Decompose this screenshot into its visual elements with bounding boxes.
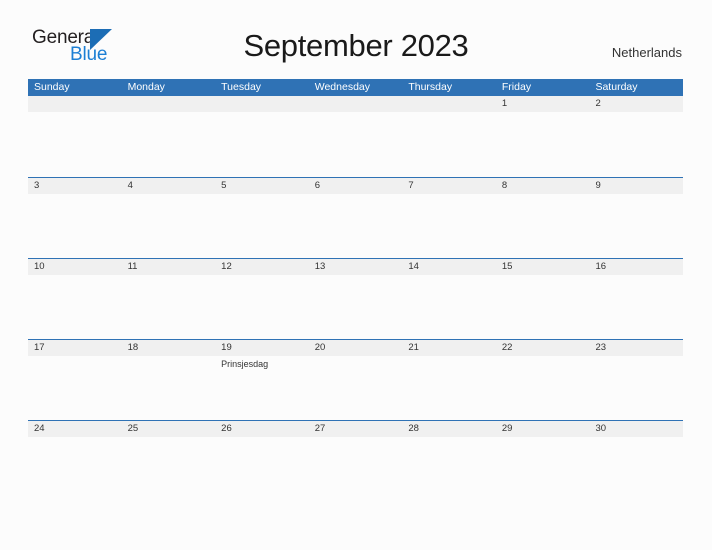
- day-cell[interactable]: [402, 437, 496, 497]
- day-number[interactable]: 16: [589, 259, 683, 275]
- day-number[interactable]: 23: [589, 340, 683, 356]
- day-cell[interactable]: [309, 194, 403, 254]
- day-number[interactable]: 5: [215, 178, 309, 194]
- day-cell[interactable]: [122, 275, 216, 335]
- day-cell[interactable]: [215, 275, 309, 335]
- day-number[interactable]: 8: [496, 178, 590, 194]
- day-number[interactable]: 21: [402, 340, 496, 356]
- day-number[interactable]: [28, 96, 122, 112]
- day-number[interactable]: 2: [589, 96, 683, 112]
- day-cell[interactable]: [309, 112, 403, 172]
- week-day-number-strip: 24 25 26 27 28 29 30: [28, 421, 683, 437]
- day-number[interactable]: 28: [402, 421, 496, 437]
- day-cell[interactable]: [28, 356, 122, 416]
- week-day-number-strip: 3 4 5 6 7 8 9: [28, 178, 683, 194]
- day-cell[interactable]: [215, 437, 309, 497]
- day-number[interactable]: [309, 96, 403, 112]
- day-cell[interactable]: [122, 194, 216, 254]
- day-number[interactable]: 19: [215, 340, 309, 356]
- day-cell[interactable]: [28, 275, 122, 335]
- weekday-wednesday: Wednesday: [314, 81, 370, 93]
- day-number[interactable]: 7: [402, 178, 496, 194]
- day-number[interactable]: 29: [496, 421, 590, 437]
- day-number[interactable]: 22: [496, 340, 590, 356]
- day-number[interactable]: [402, 96, 496, 112]
- week-row: 10 11 12 13 14 15 16: [28, 258, 683, 339]
- day-number[interactable]: 13: [309, 259, 403, 275]
- day-cell[interactable]: [589, 194, 683, 254]
- day-cell[interactable]: [589, 437, 683, 497]
- day-cell[interactable]: [122, 437, 216, 497]
- day-number[interactable]: 26: [215, 421, 309, 437]
- day-number[interactable]: 24: [28, 421, 122, 437]
- day-cell[interactable]: [402, 356, 496, 416]
- week-row: 3 4 5 6 7 8 9: [28, 177, 683, 258]
- weekday-thursday: Thursday: [408, 81, 453, 93]
- day-cell[interactable]: Prinsjesdag: [215, 356, 309, 416]
- day-number[interactable]: 25: [122, 421, 216, 437]
- day-cell[interactable]: [496, 356, 590, 416]
- week-event-strip: [28, 275, 683, 335]
- day-cell[interactable]: [122, 112, 216, 172]
- week-day-number-strip: 17 18 19 20 21 22 23: [28, 340, 683, 356]
- day-number[interactable]: 3: [28, 178, 122, 194]
- week-event-strip: [28, 194, 683, 254]
- day-number[interactable]: 17: [28, 340, 122, 356]
- week-row: 24 25 26 27 28 29 30: [28, 420, 683, 501]
- weekday-tuesday: Tuesday: [221, 81, 262, 93]
- week-row: 1 2: [28, 96, 683, 177]
- day-number[interactable]: 15: [496, 259, 590, 275]
- day-number[interactable]: 30: [589, 421, 683, 437]
- day-cell[interactable]: [402, 275, 496, 335]
- region-label: Netherlands: [611, 45, 682, 60]
- day-number[interactable]: 1: [496, 96, 590, 112]
- week-event-strip: [28, 112, 683, 172]
- weekday-header-row: Sunday Monday Tuesday Wednesday Thursday…: [28, 79, 683, 96]
- day-cell[interactable]: [402, 194, 496, 254]
- day-number[interactable]: 4: [122, 178, 216, 194]
- week-row: 17 18 19 20 21 22 23 Prinsjesdag: [28, 339, 683, 420]
- week-day-number-strip: 10 11 12 13 14 15 16: [28, 259, 683, 275]
- weekday-saturday: Saturday: [595, 81, 638, 93]
- day-cell[interactable]: [402, 112, 496, 172]
- day-number[interactable]: 6: [309, 178, 403, 194]
- week-event-strip: [28, 437, 683, 497]
- page-header: General Blue September 2023 Netherlands: [0, 0, 712, 64]
- day-cell[interactable]: [28, 112, 122, 172]
- day-cell[interactable]: [28, 194, 122, 254]
- day-number[interactable]: [122, 96, 216, 112]
- day-cell[interactable]: [28, 437, 122, 497]
- day-cell[interactable]: [215, 194, 309, 254]
- day-cell[interactable]: [496, 437, 590, 497]
- day-cell[interactable]: [309, 437, 403, 497]
- week-event-strip: Prinsjesdag: [28, 356, 683, 416]
- day-number[interactable]: 18: [122, 340, 216, 356]
- day-cell[interactable]: [496, 112, 590, 172]
- day-number[interactable]: 10: [28, 259, 122, 275]
- day-number[interactable]: 11: [122, 259, 216, 275]
- day-cell[interactable]: [122, 356, 216, 416]
- day-number[interactable]: 27: [309, 421, 403, 437]
- day-cell[interactable]: [589, 275, 683, 335]
- weekday-friday: Friday: [501, 81, 532, 93]
- day-cell[interactable]: [309, 356, 403, 416]
- day-cell[interactable]: [309, 275, 403, 335]
- day-cell[interactable]: [589, 112, 683, 172]
- page-title: September 2023: [243, 28, 469, 63]
- weekday-monday: Monday: [127, 81, 165, 93]
- day-event-label: Prinsjesdag: [221, 359, 269, 369]
- day-number[interactable]: 20: [309, 340, 403, 356]
- day-number[interactable]: [215, 96, 309, 112]
- day-number[interactable]: 14: [402, 259, 496, 275]
- day-cell[interactable]: [589, 356, 683, 416]
- day-number[interactable]: 12: [215, 259, 309, 275]
- day-cell[interactable]: [496, 194, 590, 254]
- calendar-grid: Sunday Monday Tuesday Wednesday Thursday…: [28, 79, 683, 501]
- day-cell[interactable]: [496, 275, 590, 335]
- weekday-sunday: Sunday: [34, 81, 70, 93]
- week-day-number-strip: 1 2: [28, 96, 683, 112]
- day-cell[interactable]: [215, 112, 309, 172]
- day-number[interactable]: 9: [589, 178, 683, 194]
